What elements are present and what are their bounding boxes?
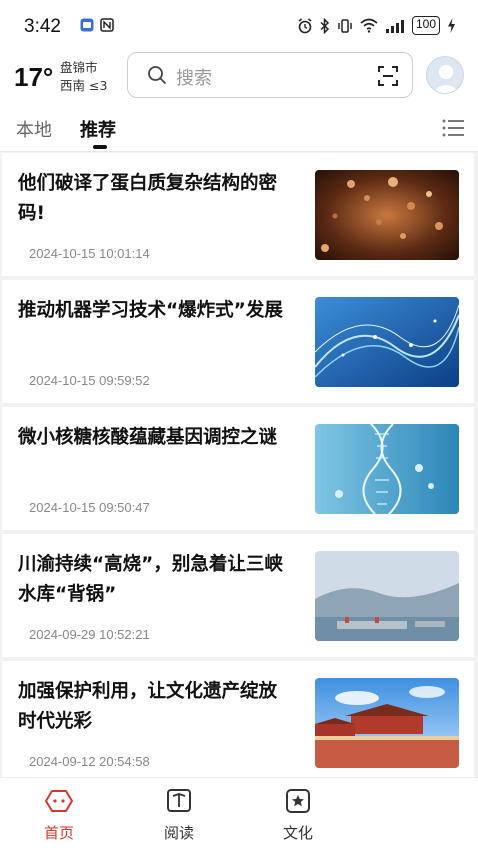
- temperature[interactable]: 17°: [14, 62, 53, 93]
- avatar[interactable]: [426, 56, 464, 94]
- book-icon: [167, 789, 191, 812]
- status-time: 3:42: [24, 16, 61, 37]
- star-icon: [286, 789, 310, 813]
- scan-icon[interactable]: [377, 65, 399, 87]
- channel-tabs: 本地 推荐: [0, 104, 478, 152]
- news-title[interactable]: 推动机器学习技术“爆炸式”发展: [18, 296, 294, 326]
- news-title[interactable]: 微小核糖核酸蕴藏基因调控之谜: [18, 423, 294, 453]
- active-tab-indicator: [93, 145, 107, 149]
- tab-recommend[interactable]: 推荐: [80, 116, 116, 142]
- news-card[interactable]: 微小核糖核酸蕴藏基因调控之谜 2024-10-15 09:50:47: [2, 407, 474, 530]
- news-card[interactable]: 加强保护利用，让文化遗产绽放时代光彩 2024-09-12 20:54:58: [2, 661, 474, 777]
- nav-label: 阅读: [163, 824, 194, 842]
- nfc-icon: [100, 18, 114, 32]
- wifi-icon: [360, 18, 378, 33]
- news-thumbnail[interactable]: [315, 297, 459, 387]
- charging-icon: [448, 18, 455, 33]
- battery-indicator: 100: [411, 16, 440, 35]
- app-notification-icon: [80, 18, 94, 32]
- news-thumbnail[interactable]: [315, 424, 459, 514]
- nav-label: 首页: [43, 824, 74, 842]
- city-name: 盘锦市: [60, 60, 98, 75]
- nav-fade-overlay: [318, 778, 478, 850]
- news-time: 2024-10-15 09:59:52: [29, 373, 150, 388]
- search-placeholder: 搜索: [176, 68, 212, 89]
- bluetooth-icon: [320, 17, 330, 34]
- news-time: 2024-10-15 10:01:14: [29, 246, 150, 261]
- alarm-icon: [298, 17, 312, 33]
- wind-info: 西南 ≤3: [60, 78, 108, 93]
- tab-local[interactable]: 本地: [16, 116, 52, 142]
- news-thumbnail[interactable]: [315, 551, 459, 641]
- nav-read[interactable]: 阅读: [149, 786, 209, 843]
- news-title[interactable]: 他们破译了蛋白质复杂结构的密码!: [18, 169, 294, 229]
- top-bar: 17° 盘锦市 西南 ≤3 搜索: [0, 48, 478, 104]
- signal-icon: [385, 19, 404, 33]
- news-time: 2024-09-12 20:54:58: [29, 754, 150, 769]
- user-avatar-icon: [432, 65, 460, 93]
- news-title[interactable]: 川渝持续“高烧”，别急着让三峡水库“背锅”: [18, 550, 294, 610]
- bottom-nav: 首页 阅读 文化: [0, 777, 478, 850]
- search-icon: [148, 66, 166, 84]
- news-card[interactable]: 他们破译了蛋白质复杂结构的密码! 2024-10-15 10:01:14: [2, 153, 474, 276]
- news-card[interactable]: 川渝持续“高烧”，别急着让三峡水库“背锅” 2024-09-29 10:52:2…: [2, 534, 474, 657]
- nav-home[interactable]: 首页: [29, 786, 89, 843]
- news-title[interactable]: 加强保护利用，让文化遗产绽放时代光彩: [18, 677, 294, 737]
- news-thumbnail[interactable]: [315, 170, 459, 260]
- home-icon: [45, 790, 73, 812]
- search-bar[interactable]: 搜索: [127, 52, 413, 98]
- news-time: 2024-09-29 10:52:21: [29, 627, 150, 642]
- news-card[interactable]: 推动机器学习技术“爆炸式”发展 2024-10-15 09:59:52: [2, 280, 474, 403]
- weather-location[interactable]: 盘锦市 西南 ≤3: [60, 59, 107, 95]
- news-feed[interactable]: 他们破译了蛋白质复杂结构的密码! 2024-10-15 10:01:14 推动机…: [0, 153, 478, 777]
- vibrate-icon: [338, 18, 352, 33]
- news-thumbnail[interactable]: [315, 678, 459, 768]
- channel-menu-icon[interactable]: [442, 118, 464, 138]
- news-time: 2024-10-15 09:50:47: [29, 500, 150, 515]
